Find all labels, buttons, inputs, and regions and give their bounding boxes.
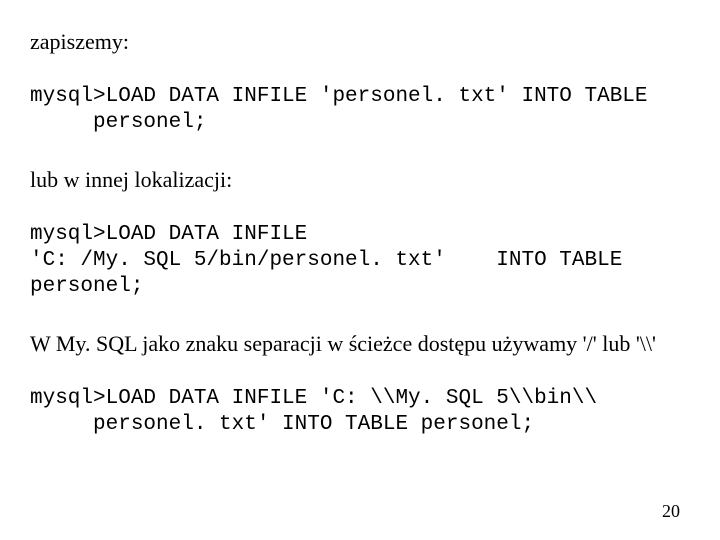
body-text-3: W My. SQL jako znaku separacji w ścieżce… — [30, 330, 690, 358]
code-block-3: mysql>LOAD DATA INFILE 'C: \\My. SQL 5\\… — [30, 386, 690, 439]
code-block-2: mysql>LOAD DATA INFILE 'C: /My. SQL 5/bi… — [30, 222, 690, 301]
code-block-1: mysql>LOAD DATA INFILE 'personel. txt' I… — [30, 84, 690, 137]
intro-text-1: zapiszemy: — [30, 28, 690, 56]
slide-page: zapiszemy: mysql>LOAD DATA INFILE 'perso… — [0, 0, 720, 540]
page-number: 20 — [662, 501, 680, 522]
intro-text-2: lub w innej lokalizacji: — [30, 166, 690, 194]
